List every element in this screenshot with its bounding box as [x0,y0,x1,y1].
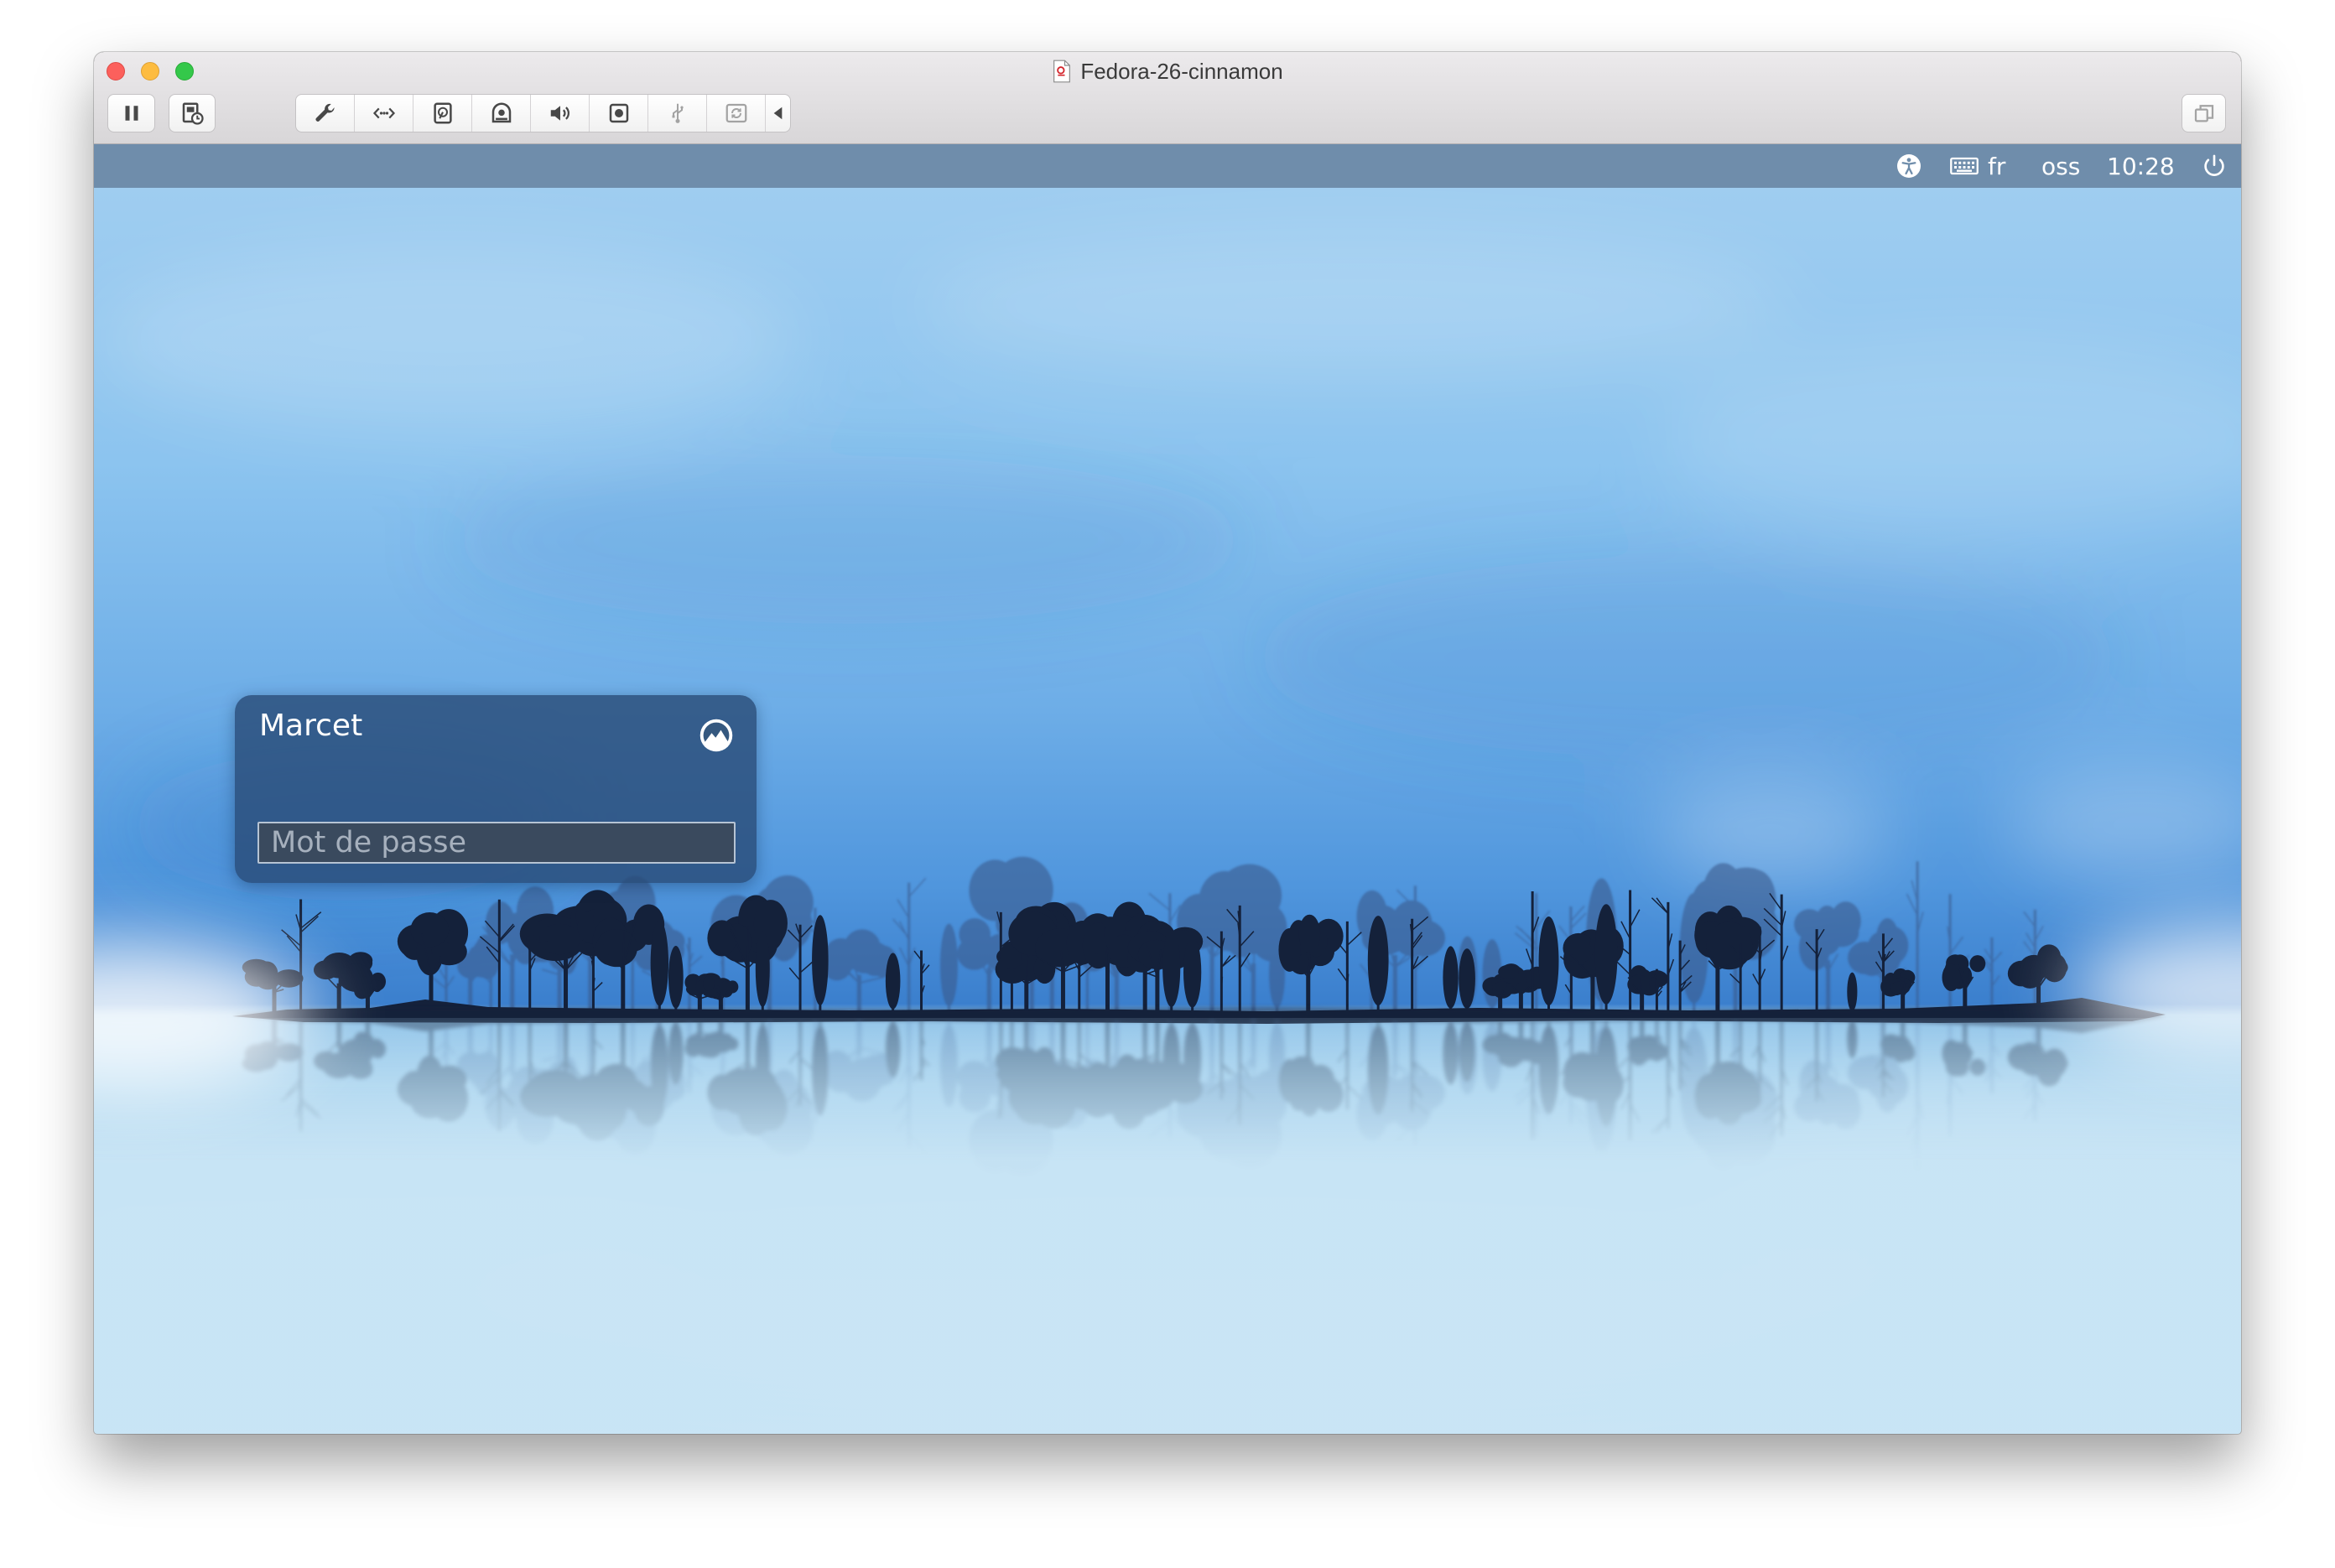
clock[interactable]: 10:28 [2107,144,2175,188]
water-fade [94,1018,2241,1434]
accessibility-button[interactable] [1896,144,1922,188]
settings-button[interactable] [296,95,355,132]
keyboard-layout-button[interactable]: fr [1949,144,2005,188]
collapse-toolbar-button[interactable] [766,95,790,132]
login-box: Marcet [235,695,757,883]
collapse-arrow-icon [773,106,783,120]
snapshot-icon [182,102,204,125]
restore-window-icon [2194,105,2213,122]
pause-icon [125,106,138,121]
cinnamon-session-icon[interactable] [698,717,735,754]
top-panel: fr oss 10:28 [94,144,2241,188]
network-button[interactable] [355,95,413,132]
vm-window: Fedora-26-cinnamon fr oss 10:28 Marcet [94,52,2241,1434]
hard-disk-icon [433,102,452,124]
usb-icon [672,103,684,123]
shared-folder-button[interactable] [707,95,766,132]
pause-button[interactable] [107,94,155,132]
user-menu[interactable]: oss [2041,144,2080,188]
username-label: Marcet [259,709,363,743]
shared-folder-icon [725,103,746,123]
window-title: Fedora-26-cinnamon [1080,58,1283,84]
window-title-area: Fedora-26-cinnamon [94,52,2241,91]
optical-drive-button[interactable] [472,95,531,132]
clock-label: 10:28 [2107,152,2175,180]
sound-button[interactable] [531,95,590,132]
snapshot-button[interactable] [169,94,216,132]
login-screen: Marcet [94,188,2241,1434]
usb-button[interactable] [648,95,707,132]
keyboard-icon [1950,157,1979,175]
restore-window-button[interactable] [2182,94,2226,132]
vm-document-icon [1053,60,1071,83]
wrench-icon [315,103,335,122]
keyboard-layout-label: fr [1988,152,2006,180]
hard-disk-button[interactable] [413,95,472,132]
title-bar: Fedora-26-cinnamon [94,52,2241,144]
device-toolbar [295,94,791,132]
power-icon [2204,154,2224,176]
accessibility-icon [1897,154,1921,178]
power-button[interactable] [2201,144,2228,188]
speaker-icon [550,106,569,121]
camera-button[interactable] [590,95,648,132]
camera-icon [609,103,628,123]
user-label: oss [2041,152,2081,180]
optical-drive-icon [491,102,511,123]
password-input[interactable] [257,822,736,864]
network-icon [372,107,395,119]
